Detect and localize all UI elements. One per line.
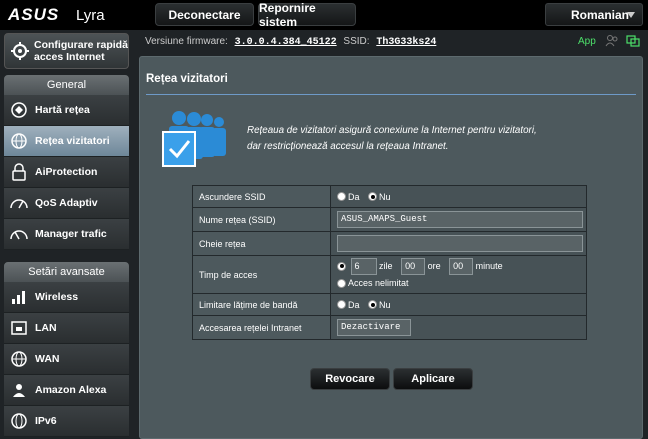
- hide-ssid-no-label: Nu: [379, 191, 391, 202]
- model-name: Lyra: [76, 7, 105, 24]
- guest-network-illustration-icon: [162, 111, 226, 167]
- traffic-manager-icon: [8, 223, 30, 245]
- ssid-link[interactable]: Th3G33ks24: [376, 37, 436, 48]
- hide-ssid-no-radio[interactable]: [368, 192, 378, 202]
- sidebar-general: General Hartă rețea Rețea vizitatori AiP…: [4, 75, 129, 250]
- hours-unit: ore: [427, 260, 441, 271]
- minutes-input[interactable]: 00: [449, 257, 474, 275]
- guest-network-form: Ascundere SSID Da Nu Nume rețea (SSID) A…: [192, 185, 587, 340]
- sidebar-item-label: AiProtection: [35, 166, 98, 178]
- usb-status-icon[interactable]: [626, 35, 640, 47]
- ssid-name-label: Nume rețea (SSID): [192, 207, 331, 232]
- asus-logo: ASUS: [8, 5, 60, 24]
- access-unlimited-label: Acces nelimitat: [348, 277, 409, 288]
- network-key-input[interactable]: [337, 235, 583, 252]
- sidebar-item-wireless[interactable]: Wireless: [4, 282, 129, 313]
- top-bar: ASUS Lyra Deconectare Repornire sistem R…: [0, 0, 648, 30]
- sidebar-item-aiprotection[interactable]: AiProtection: [4, 157, 129, 188]
- hide-ssid-yes-radio[interactable]: [337, 192, 346, 202]
- guest-network-icon: [8, 130, 30, 152]
- wan-icon: [8, 348, 30, 370]
- aiprotection-icon: [8, 161, 30, 183]
- sidebar-item-label: Rețea vizitatori: [35, 135, 110, 147]
- intranet-access-select[interactable]: Dezactivare: [337, 319, 411, 336]
- quick-setup-label: Configurare rapidă acces Internet: [34, 39, 128, 63]
- sidebar-item-label: QoS Adaptiv: [35, 197, 98, 209]
- main-panel: Rețea vizitatori Rețeaua de vizitatori a…: [139, 56, 643, 439]
- app-label[interactable]: App: [578, 36, 596, 47]
- bandwidth-yes-radio[interactable]: [337, 300, 346, 310]
- lan-icon: [8, 317, 30, 339]
- sidebar-item-label: LAN: [35, 322, 57, 334]
- bandwidth-no-radio[interactable]: [368, 300, 378, 310]
- firmware-label: Versiune firmware:: [145, 36, 228, 47]
- sidebar-item-label: Wireless: [35, 291, 79, 303]
- sidebar-general-title: General: [4, 75, 129, 95]
- quick-setup-button[interactable]: Configurare rapidă acces Internet: [4, 33, 129, 69]
- ipv6-icon: [8, 410, 30, 432]
- ssid-name-input[interactable]: ASUS_AMAPS_Guest: [337, 211, 583, 228]
- language-select[interactable]: Romanian: [545, 3, 643, 26]
- sidebar-item-guest-network[interactable]: Rețea vizitatori: [4, 126, 129, 157]
- bandwidth-limit-label: Limitare lățime de bandă: [192, 293, 331, 316]
- days-input[interactable]: 6: [350, 257, 377, 275]
- bandwidth-yes-label: Da: [348, 299, 360, 310]
- sidebar-item-alexa[interactable]: Amazon Alexa: [4, 375, 129, 406]
- sidebar-item-label: Hartă rețea: [35, 104, 90, 116]
- network-map-icon: [8, 99, 30, 121]
- hide-ssid-label: Ascundere SSID: [192, 185, 331, 208]
- hide-ssid-yes-label: Da: [348, 191, 360, 202]
- logout-button[interactable]: Deconectare: [155, 3, 254, 26]
- firmware-status: Versiune firmware: 3.0.0.4.384_45122 SSI…: [145, 36, 440, 48]
- page-title: Rețea vizitatori: [146, 73, 228, 85]
- sidebar-item-traffic-manager[interactable]: Manager trafic: [4, 219, 129, 250]
- alexa-icon: [8, 379, 30, 401]
- reboot-button[interactable]: Repornire sistem: [258, 1, 356, 29]
- sidebar-item-network-map[interactable]: Hartă rețea: [4, 95, 129, 126]
- sidebar-item-label: WAN: [35, 353, 60, 365]
- sidebar-item-label: IPv6: [35, 415, 57, 427]
- hours-input[interactable]: 00: [401, 257, 426, 275]
- sidebar-item-ipv6[interactable]: IPv6: [4, 406, 129, 437]
- chevron-down-icon: [627, 12, 635, 18]
- minutes-unit: minute: [475, 260, 503, 271]
- access-time-label: Timp de acces: [192, 255, 331, 294]
- wireless-icon: [8, 286, 30, 308]
- qos-icon: [8, 192, 30, 214]
- access-time-limited-radio[interactable]: [337, 261, 346, 271]
- guest-network-description: Rețeaua de vizitatori asigură conexiune …: [247, 125, 537, 152]
- sidebar-item-label: Amazon Alexa: [35, 384, 107, 396]
- intranet-access-label: Accesarea rețelei Intranet: [192, 315, 331, 340]
- sidebar-advanced: Setări avansate Wireless LAN WAN Amazon …: [4, 262, 129, 437]
- sidebar-advanced-title: Setări avansate: [4, 262, 129, 282]
- sidebar-item-label: Manager trafic: [35, 228, 107, 240]
- language-value: Romanian: [571, 7, 630, 22]
- cancel-button[interactable]: Revocare: [310, 368, 390, 390]
- apply-button[interactable]: Aplicare: [393, 368, 473, 390]
- sidebar-item-qos[interactable]: QoS Adaptiv: [4, 188, 129, 219]
- bandwidth-no-label: Nu: [379, 299, 391, 310]
- firmware-version-link[interactable]: 3.0.0.4.384_45122: [235, 37, 337, 48]
- network-key-label: Cheie rețea: [192, 231, 331, 256]
- users-icon[interactable]: [605, 35, 619, 47]
- title-divider: [146, 94, 636, 95]
- sidebar-item-lan[interactable]: LAN: [4, 313, 129, 344]
- quick-setup-icon: [11, 42, 29, 60]
- access-unlimited-radio[interactable]: [337, 278, 346, 288]
- sidebar-item-wan[interactable]: WAN: [4, 344, 129, 375]
- ssid-label: SSID:: [343, 36, 370, 47]
- days-unit: zile: [379, 260, 393, 271]
